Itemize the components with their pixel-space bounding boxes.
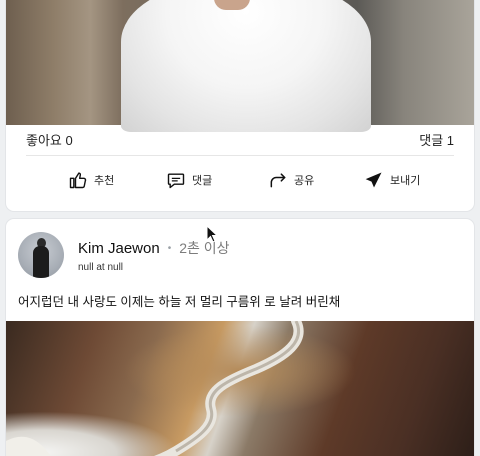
post-image-1[interactable] (6, 0, 474, 132)
comment-label: 댓글 (192, 175, 213, 187)
post-actions: 추천 댓글 공유 보내기 (6, 162, 474, 198)
post-card-2: Kim Jaewon • 2촌 이상 null at null 어지럽던 내 사… (6, 219, 474, 456)
canyon-river-graphic (6, 321, 304, 456)
author-name[interactable]: Kim Jaewon (78, 240, 160, 257)
send-button[interactable]: 보내기 (364, 170, 420, 190)
recommend-label: 추천 (94, 175, 115, 187)
send-icon (365, 172, 382, 188)
comment-icon (167, 173, 185, 189)
recommend-button[interactable]: 추천 (68, 170, 114, 190)
post-location: null at null (78, 262, 124, 273)
post-text: 어지럽던 내 사랑도 이제는 하늘 저 멀리 구름위 로 날려 버린채 (18, 295, 341, 309)
divider (26, 155, 454, 156)
share-icon (270, 173, 286, 188)
post-card-1: 좋아요 0 댓글 1 추천 댓글 공유 보내기 (6, 0, 474, 211)
post-stats: 좋아요 0 댓글 1 (26, 130, 454, 150)
separator-dot: • (167, 242, 172, 254)
comments-count[interactable]: 댓글 1 (419, 130, 454, 150)
author-avatar[interactable] (18, 232, 64, 278)
post-image-2[interactable] (6, 321, 474, 456)
comment-button[interactable]: 댓글 (166, 170, 212, 190)
share-label: 공유 (294, 175, 315, 187)
white-cloth-figure (121, 0, 371, 132)
likes-count[interactable]: 좋아요 0 (26, 130, 73, 150)
share-button[interactable]: 공유 (268, 170, 314, 190)
thumbs-up-icon (69, 172, 87, 189)
mouse-cursor-icon (206, 225, 218, 243)
send-label: 보내기 (390, 175, 421, 187)
avatar-body (33, 246, 49, 278)
connection-degree: 2촌 이상 (179, 240, 230, 256)
